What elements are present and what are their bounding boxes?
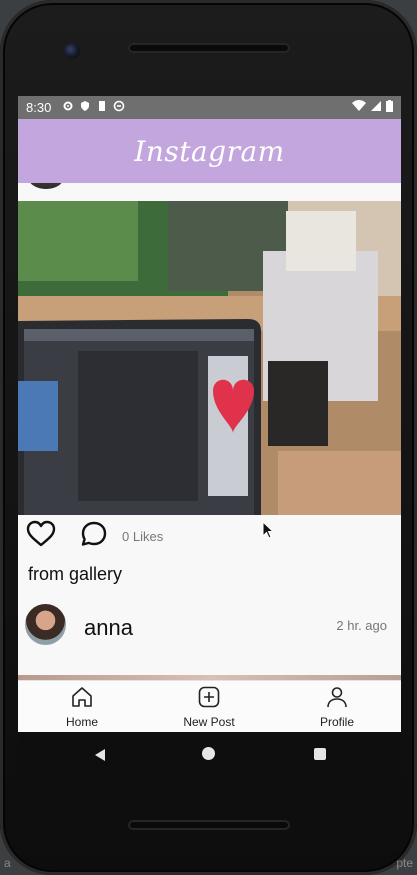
background-text-left: a — [4, 856, 11, 870]
nav-new-post-button[interactable]: New Post — [159, 685, 259, 729]
status-time: 8:30 — [26, 100, 52, 115]
nav-home-label: Home — [65, 715, 98, 729]
post-feed[interactable]: 0 Likes from gallery anna 2 hr. ago — [18, 183, 401, 680]
battery-icon — [386, 100, 393, 115]
signal-icon — [370, 100, 382, 115]
nav-new-post-label: New Post — [183, 715, 235, 729]
post-caption: from gallery — [28, 564, 123, 584]
nav-profile-label: Profile — [319, 715, 354, 729]
avatar[interactable] — [25, 604, 66, 645]
status-bar: 8:30 — [18, 96, 401, 119]
phone-frame: 8:30 Instagram 0 Likes from gallery anna… — [0, 0, 417, 875]
likes-count: 0 Likes — [122, 529, 164, 544]
sd-card-icon — [96, 100, 108, 112]
bottom-navigation: Home New Post Profile — [18, 680, 401, 733]
heart-icon[interactable] — [26, 520, 56, 553]
bottom-speaker — [128, 820, 290, 830]
post-image[interactable] — [18, 201, 401, 515]
data-saver-icon — [113, 100, 125, 112]
back-icon[interactable] — [93, 748, 107, 767]
settings-icon — [62, 100, 74, 112]
nav-home-button[interactable]: Home — [32, 685, 132, 729]
username[interactable]: anna — [84, 615, 133, 641]
wifi-icon — [352, 100, 366, 115]
comment-icon[interactable] — [80, 520, 108, 553]
app-bar: Instagram — [18, 119, 401, 183]
next-post-header: anna 2 hr. ago — [18, 601, 401, 671]
shield-icon — [79, 100, 91, 112]
device-screen: 8:30 Instagram 0 Likes from gallery anna… — [18, 96, 401, 779]
home-circle-icon[interactable] — [202, 747, 215, 760]
recent-apps-icon[interactable] — [314, 748, 326, 760]
mouse-cursor-icon — [262, 520, 275, 544]
previous-post-avatar[interactable] — [28, 183, 64, 189]
front-camera — [64, 43, 80, 59]
user-icon — [325, 687, 349, 713]
system-navigation-bar — [18, 732, 401, 779]
post-actions: 0 Likes — [26, 520, 396, 554]
nav-profile-button[interactable]: Profile — [287, 685, 387, 729]
post-timestamp: 2 hr. ago — [336, 618, 387, 633]
home-icon — [70, 687, 94, 713]
app-title: Instagram — [134, 134, 285, 168]
add-icon — [197, 686, 221, 713]
background-text-right: pte — [396, 856, 413, 870]
earpiece-speaker — [128, 43, 290, 53]
